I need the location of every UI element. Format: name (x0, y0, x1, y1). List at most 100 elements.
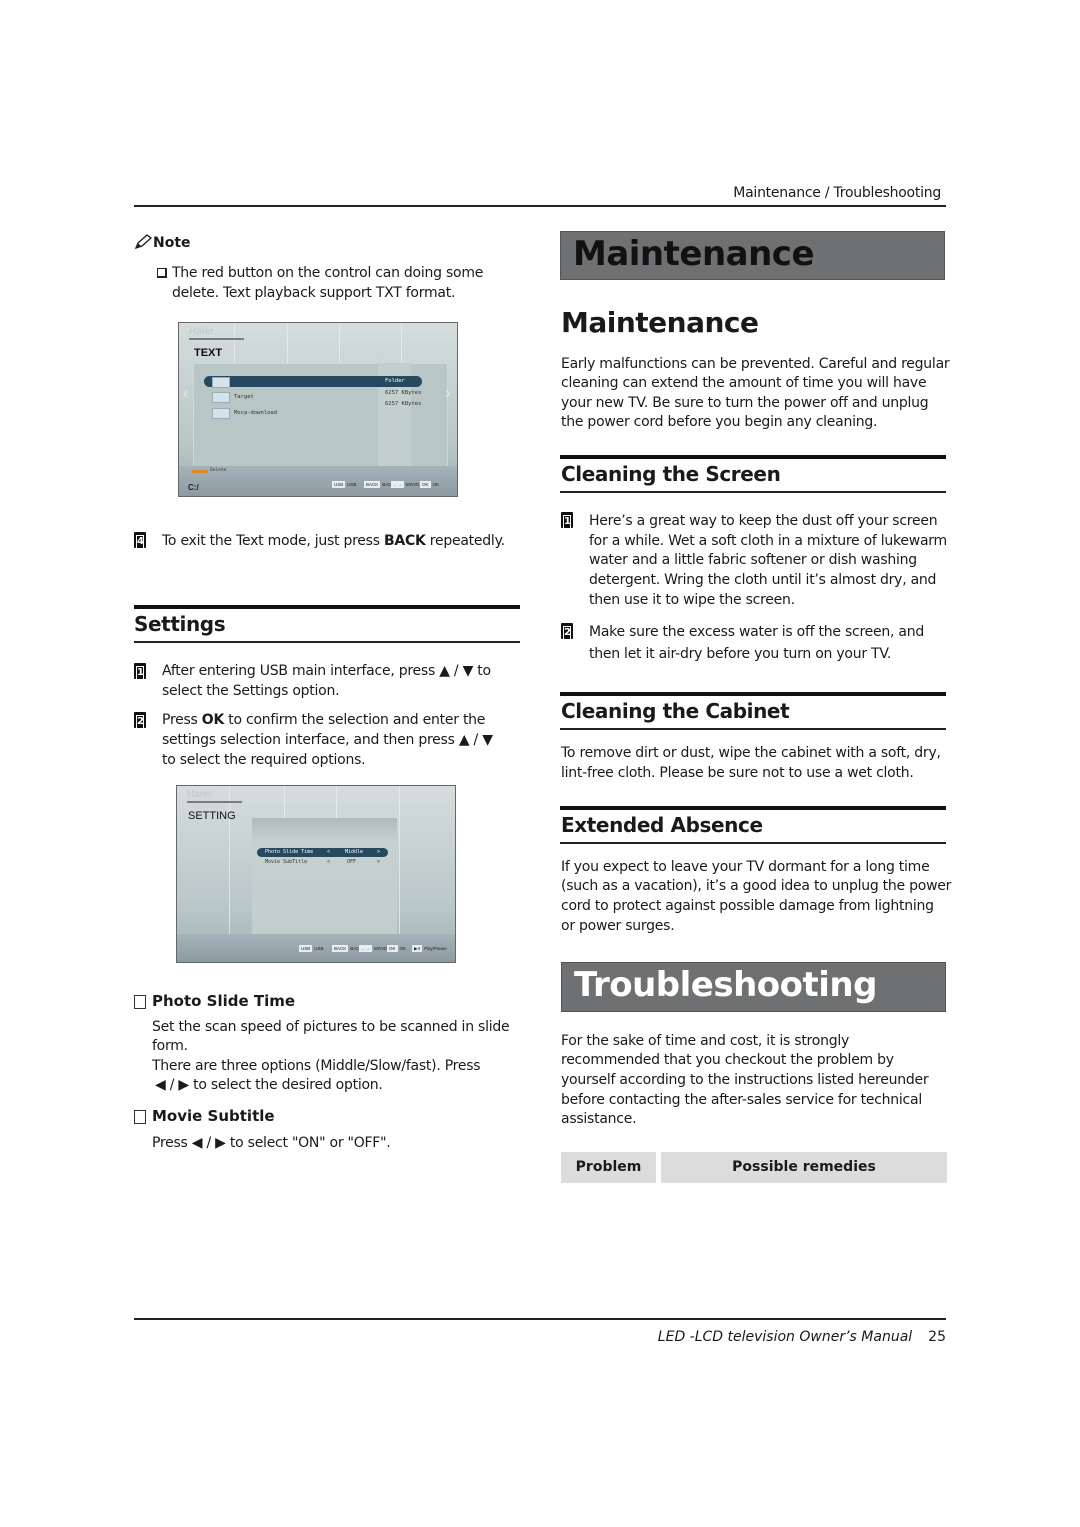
file-icon (212, 392, 230, 403)
option-right-arrow[interactable]: > (377, 849, 380, 855)
step-number-icon: 1 (134, 663, 146, 680)
chevron-right-icon: › (445, 385, 451, 402)
cleaning-screen-step1-line: Here’s a great way to keep the dust off … (589, 513, 938, 529)
cleaning-screen-step1-line: for a while. Wet a soft cloth in a mixtu… (589, 533, 947, 549)
brand-logo: Haier (187, 789, 213, 800)
footer: LED -LCD television Owner’s Manual 25 (658, 1329, 946, 1345)
cleaning-screen-heading: Cleaning the Screen (561, 462, 781, 486)
table-header-remedies: Possible remedies (661, 1152, 947, 1183)
brand-tagline (189, 338, 244, 340)
file-name: Moca-download (234, 410, 278, 416)
movie-subtitle-line1: Press ◀ / ▶ to select "ON" or "OFF". (152, 1135, 391, 1151)
maintenance-line: your new TV. Be sure to turn the power o… (561, 395, 929, 411)
header-rule (134, 205, 946, 207)
option-value: OFF (347, 859, 357, 865)
maintenance-line: cleaning can extend the amount of time y… (561, 375, 927, 391)
chevron-left-icon: ‹ (183, 385, 189, 402)
maintenance-banner: Maintenance (560, 231, 945, 280)
option-bullet-icon (134, 995, 146, 1009)
maintenance-heading: Maintenance (561, 306, 759, 339)
cleaning-screen-step1-line: detergent. Wring the cloth until it’s al… (589, 572, 937, 588)
file-info: Folder (385, 378, 405, 384)
section-rule-bottom (560, 491, 946, 493)
section-rule-top (560, 692, 946, 696)
cleaning-screen-step1-line: then use it to wipe the screen. (589, 592, 795, 608)
troubleshooting-line: For the sake of time and cost, it is str… (561, 1033, 849, 1049)
extended-absence-line: (such as a vacation), it’s a good idea t… (561, 878, 952, 894)
photo-slide-line3: There are three options (Middle/Slow/fas… (152, 1058, 481, 1074)
settings-panel (252, 818, 397, 936)
step4-text: To exit the Text mode, just press BACK r… (162, 533, 505, 549)
cleaning-screen-step2-line: then let it air-dry before you turn on y… (589, 646, 892, 662)
photo-slide-time-heading: Photo Slide Time (152, 992, 296, 1010)
option-name: Photo Slide Time (265, 849, 314, 855)
brand-logo: Haier (189, 326, 215, 337)
photo-slide-line2: form. (152, 1038, 188, 1054)
file-info: 6257 KBytes (385, 401, 422, 407)
cleaning-screen-step2-line: Make sure the excess water is off the sc… (589, 624, 924, 640)
section-rule-top (134, 605, 520, 609)
troubleshooting-line: assistance. (561, 1111, 637, 1127)
manual-title: LED -LCD television Owner’s Manual (657, 1329, 913, 1345)
settings-step1-line2: select the Settings option. (162, 683, 340, 699)
running-header: Maintenance / Troubleshooting (733, 185, 941, 201)
option-left-arrow[interactable]: < (327, 859, 330, 865)
section-rule-top (560, 455, 946, 459)
note-label: Note (153, 235, 191, 251)
screen-mode-title: TEXT (194, 347, 223, 359)
settings-step2-line2: settings selection interface, and then p… (162, 732, 493, 748)
section-rule-bottom (134, 641, 520, 643)
option-right-arrow[interactable]: > (377, 859, 380, 865)
extended-absence-line: cord to protect against possible damage … (561, 898, 934, 914)
settings-heading: Settings (134, 612, 226, 636)
settings-step2-line3: to select the required options. (162, 752, 366, 768)
cleaning-cabinet-line: To remove dirt or dust, wipe the cabinet… (561, 745, 941, 761)
cleaning-cabinet-line: lint-free cloth. Please be sure not to u… (561, 765, 914, 781)
current-path: C:/ (188, 483, 199, 492)
troubleshooting-line: yourself according to the instructions l… (561, 1072, 929, 1088)
troubleshooting-banner: Troubleshooting (561, 962, 946, 1012)
troubleshooting-line: recommended that you checkout the proble… (561, 1052, 894, 1068)
note-text-line2: delete. Text playback support TXT format… (172, 285, 456, 301)
settings-step2-line1: Press OK to confirm the selection and en… (162, 712, 486, 728)
page-number: 25 (928, 1329, 946, 1345)
file-info: 6257 KBytes (385, 390, 422, 396)
option-name: Movie SubTitle (265, 859, 308, 865)
extended-absence-heading: Extended Absence (561, 813, 763, 837)
troubleshooting-line: before contacting the after-sales servic… (561, 1092, 922, 1108)
pencil-icon (134, 234, 154, 250)
extended-absence-line: or power surges. (561, 918, 675, 934)
extended-absence-line: If you expect to leave your TV dormant f… (561, 859, 930, 875)
file-name: Target (234, 394, 254, 400)
brand-tagline (187, 801, 242, 803)
step-number-icon: 4 (134, 532, 146, 549)
footer-rule (134, 1318, 946, 1320)
movie-subtitle-heading: Movie Subtitle (152, 1107, 275, 1125)
photo-slide-line1: Set the scan speed of pictures to be sca… (152, 1019, 510, 1035)
option-left-arrow[interactable]: < (327, 849, 330, 855)
file-icon (212, 408, 230, 419)
step-number-icon: 2 (134, 712, 146, 729)
section-rule-top (560, 806, 946, 810)
section-rule-bottom (560, 842, 946, 844)
note-text-line1: The red button on the control can doing … (172, 265, 484, 281)
step-number-icon: 2 (561, 623, 573, 640)
option-bullet-icon (134, 1110, 146, 1124)
text-mode-screenshot: Haier TEXT ‹ › Folder Target 6257 KBytes… (178, 322, 458, 497)
red-key-label: Delete (210, 468, 227, 473)
checkbox-icon (157, 268, 167, 278)
red-key-icon (192, 470, 208, 473)
section-rule-bottom (560, 728, 946, 730)
maintenance-line: the power cord before you begin any clea… (561, 414, 878, 430)
settings-step1-line1: After entering USB main interface, press… (162, 663, 491, 679)
table-header-problem: Problem (561, 1152, 656, 1183)
cleaning-screen-step1-line: water and a little fabric softener or di… (589, 552, 917, 568)
folder-icon (212, 377, 230, 388)
setting-mode-screenshot: Haier SETTING Photo Slide Time < Middle … (176, 785, 456, 963)
screen-mode-title: SETTING (188, 810, 236, 822)
photo-slide-line4: ◀ / ▶ to select the desired option. (155, 1077, 383, 1093)
option-value: Middle (345, 849, 364, 855)
maintenance-line: Early malfunctions can be prevented. Car… (561, 356, 950, 372)
cleaning-cabinet-heading: Cleaning the Cabinet (561, 699, 790, 723)
step-number-icon: 1 (561, 512, 573, 529)
